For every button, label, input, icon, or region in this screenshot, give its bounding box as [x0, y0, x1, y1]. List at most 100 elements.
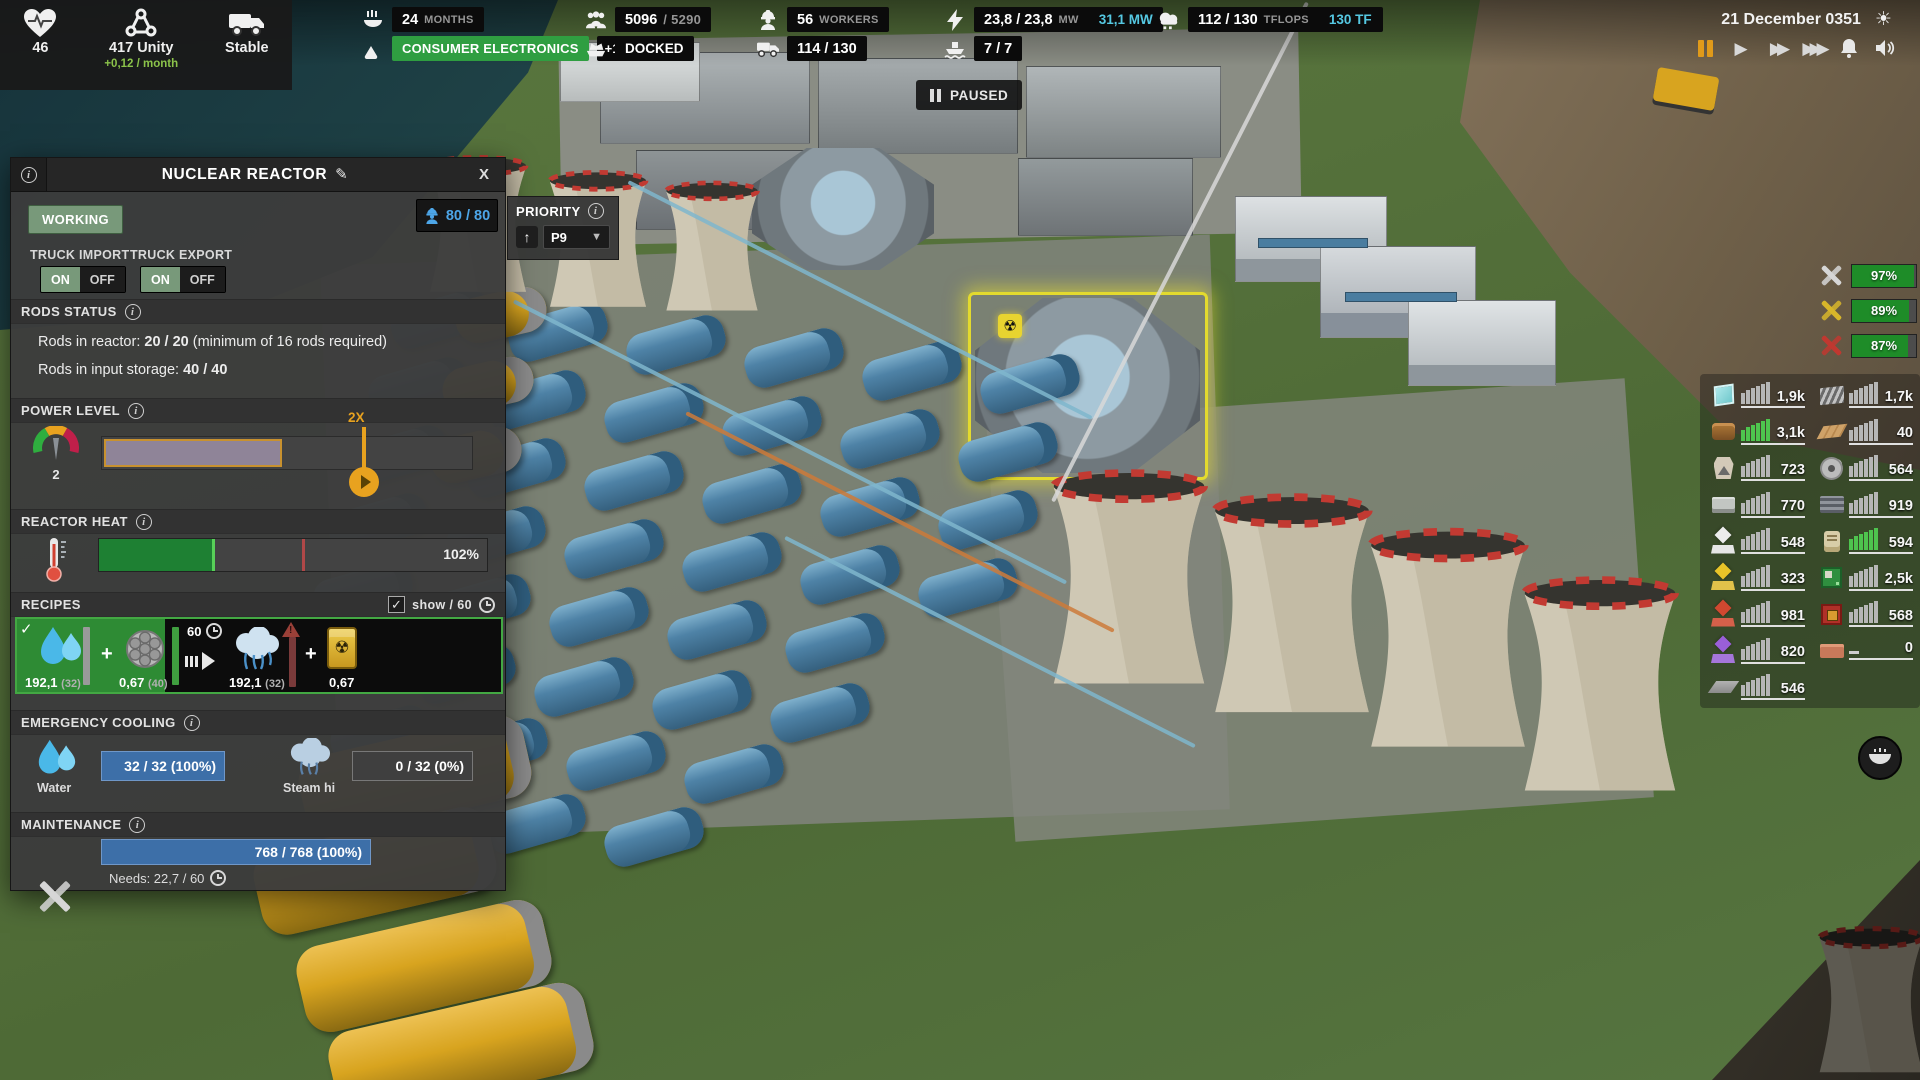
- info-icon[interactable]: i: [136, 514, 152, 530]
- truck-export-off[interactable]: OFF: [180, 267, 225, 292]
- resource-brick[interactable]: 0: [1818, 636, 1913, 666]
- rods-in-storage-line: Rods in input storage: 40 / 40: [38, 362, 227, 378]
- cooling-steam-label: Steam hi: [283, 781, 335, 795]
- truck-export-toggle[interactable]: ON OFF: [140, 266, 226, 293]
- resource-chip[interactable]: 568: [1818, 599, 1913, 629]
- resource-molten-gold[interactable]: 323: [1710, 563, 1805, 593]
- steam-output-icon: [232, 627, 282, 671]
- logistics-indicator[interactable]: Stable: [225, 8, 269, 90]
- food-stat[interactable]: 24MONTHS: [362, 7, 484, 32]
- resource-circuit[interactable]: 2,5k: [1818, 563, 1913, 593]
- info-icon[interactable]: i: [128, 403, 144, 419]
- resource-mech-parts[interactable]: 564: [1818, 453, 1913, 483]
- panel-info-button[interactable]: i: [11, 158, 47, 191]
- rename-pencil-icon[interactable]: ✎: [335, 166, 348, 183]
- truck-export-on[interactable]: ON: [141, 267, 180, 292]
- sun-brightness-icon[interactable]: ☀: [1875, 8, 1892, 31]
- resource-molten-iron[interactable]: 548: [1710, 526, 1805, 556]
- lab-gear-icon: [1818, 528, 1845, 555]
- maintenance-mk3[interactable]: 87%: [1818, 332, 1917, 359]
- pause-button[interactable]: [1692, 36, 1718, 60]
- cooling-steam-value: 0 / 32 (0%): [396, 758, 464, 774]
- food-months-unit: MONTHS: [424, 14, 473, 26]
- circuit-icon: [1818, 564, 1845, 591]
- emergency-cooling-header: EMERGENCY COOLINGi: [11, 710, 505, 735]
- priority-up-icon[interactable]: ↑: [516, 226, 538, 248]
- stock-gauge: [1741, 455, 1770, 477]
- fuel-rods-input-amount: 0,67 (40): [119, 675, 168, 690]
- info-icon[interactable]: i: [125, 304, 141, 320]
- boats-stat[interactable]: 7 / 7: [944, 36, 1022, 61]
- resource-steel[interactable]: 919: [1818, 490, 1913, 520]
- resource-log[interactable]: 3,1k: [1710, 417, 1805, 447]
- close-button[interactable]: X: [463, 158, 505, 191]
- truck-icon: [228, 8, 266, 38]
- resource-sand[interactable]: 723: [1710, 453, 1805, 483]
- quick-recipes-button[interactable]: [1858, 736, 1902, 780]
- notifications-bell-icon[interactable]: [1836, 36, 1862, 60]
- resource-glass[interactable]: 1,9k: [1710, 380, 1805, 410]
- info-icon[interactable]: i: [129, 817, 145, 833]
- resource-amount: 981: [1781, 609, 1805, 624]
- recipes-header: RECIPES ✓ show / 60: [11, 592, 505, 617]
- slider-2x-marker-label: 2X: [348, 410, 365, 425]
- resource-amount: 40: [1897, 426, 1913, 441]
- slider-handle[interactable]: [344, 427, 384, 509]
- resource-slab[interactable]: 546: [1710, 672, 1805, 702]
- reactor-heat-header: REACTOR HEATi: [11, 509, 505, 534]
- resource-lab-gear[interactable]: 594: [1818, 526, 1913, 556]
- info-icon[interactable]: i: [588, 203, 604, 219]
- show-recipes-checkbox[interactable]: ✓: [388, 596, 405, 613]
- electricity-icon: [944, 9, 966, 31]
- unity-icon: [124, 8, 158, 38]
- compute-unit: TFLOPS: [1264, 14, 1309, 26]
- recipe-row[interactable]: ✓ 192,1 (32) + 0,67 (40) 60 192,1 (32) +…: [15, 617, 503, 694]
- resource-planks[interactable]: 40: [1818, 417, 1913, 447]
- steel-icon: [1818, 491, 1845, 518]
- fastest-button[interactable]: ▶▶▶: [1800, 36, 1826, 60]
- workers-stat[interactable]: 56WORKERS: [757, 7, 889, 32]
- truck-import-on[interactable]: ON: [41, 267, 80, 292]
- recipe-arrow-icon: [185, 652, 215, 670]
- tools-icon: [1818, 332, 1845, 359]
- cooling-tower[interactable]: [655, 140, 769, 358]
- resource-beams[interactable]: 1,7k: [1818, 380, 1913, 410]
- resource-amount: 546: [1781, 682, 1805, 697]
- priority-dropdown[interactable]: P9▼: [543, 225, 610, 249]
- computing-stat[interactable]: 112 / 130TFLOPS130 TF: [1158, 7, 1383, 32]
- vitals-panel: 46 417 Unity +0,12 / month Stable: [0, 0, 292, 90]
- truck-import-off[interactable]: OFF: [80, 267, 125, 292]
- play-button[interactable]: ▶: [1728, 36, 1754, 60]
- workers-badge: 80 / 80: [416, 199, 498, 232]
- population-stat[interactable]: 5096/ 5290: [585, 7, 711, 32]
- maintenance-mk2[interactable]: 89%: [1818, 297, 1917, 324]
- sand-icon: [1710, 455, 1737, 482]
- power-stat[interactable]: 23,8 / 23,8MW31,1 MW: [944, 7, 1163, 32]
- power-level-slider[interactable]: 2X: [101, 436, 473, 470]
- fast-forward-button[interactable]: ▶▶: [1764, 36, 1790, 60]
- input-rods-buffer-bar: [172, 627, 179, 685]
- resource-amount: 548: [1781, 536, 1805, 551]
- durability-value: 89%: [1852, 300, 1916, 322]
- truck-import-toggle[interactable]: ON OFF: [40, 266, 126, 293]
- clock-icon: [479, 597, 495, 613]
- resource-molten-copper[interactable]: 981: [1710, 599, 1805, 629]
- stock-gauge: [1741, 419, 1770, 441]
- trucks-stat[interactable]: 114 / 130: [757, 36, 867, 61]
- maintenance-basic[interactable]: 97%: [1818, 262, 1917, 289]
- health-indicator[interactable]: 46: [23, 8, 57, 90]
- sound-icon[interactable]: [1872, 36, 1898, 60]
- unity-indicator[interactable]: 417 Unity +0,12 / month: [104, 8, 178, 90]
- slab-icon: [1710, 674, 1737, 701]
- cooling-tower[interactable]: [1506, 540, 1694, 838]
- info-icon[interactable]: i: [184, 715, 200, 731]
- log-icon: [1710, 418, 1737, 445]
- cooling-steam-bar: 0 / 32 (0%): [352, 751, 473, 781]
- worker-icon: [757, 9, 779, 31]
- dock-stat[interactable]: DOCKED: [585, 36, 694, 61]
- resource-molten-purple[interactable]: 820: [1710, 636, 1805, 666]
- cargo-ship-icon: [585, 38, 607, 60]
- resource-concrete[interactable]: 770: [1710, 490, 1805, 520]
- cooling-tower[interactable]: [1756, 926, 1920, 1080]
- resource-amount: 323: [1781, 572, 1805, 587]
